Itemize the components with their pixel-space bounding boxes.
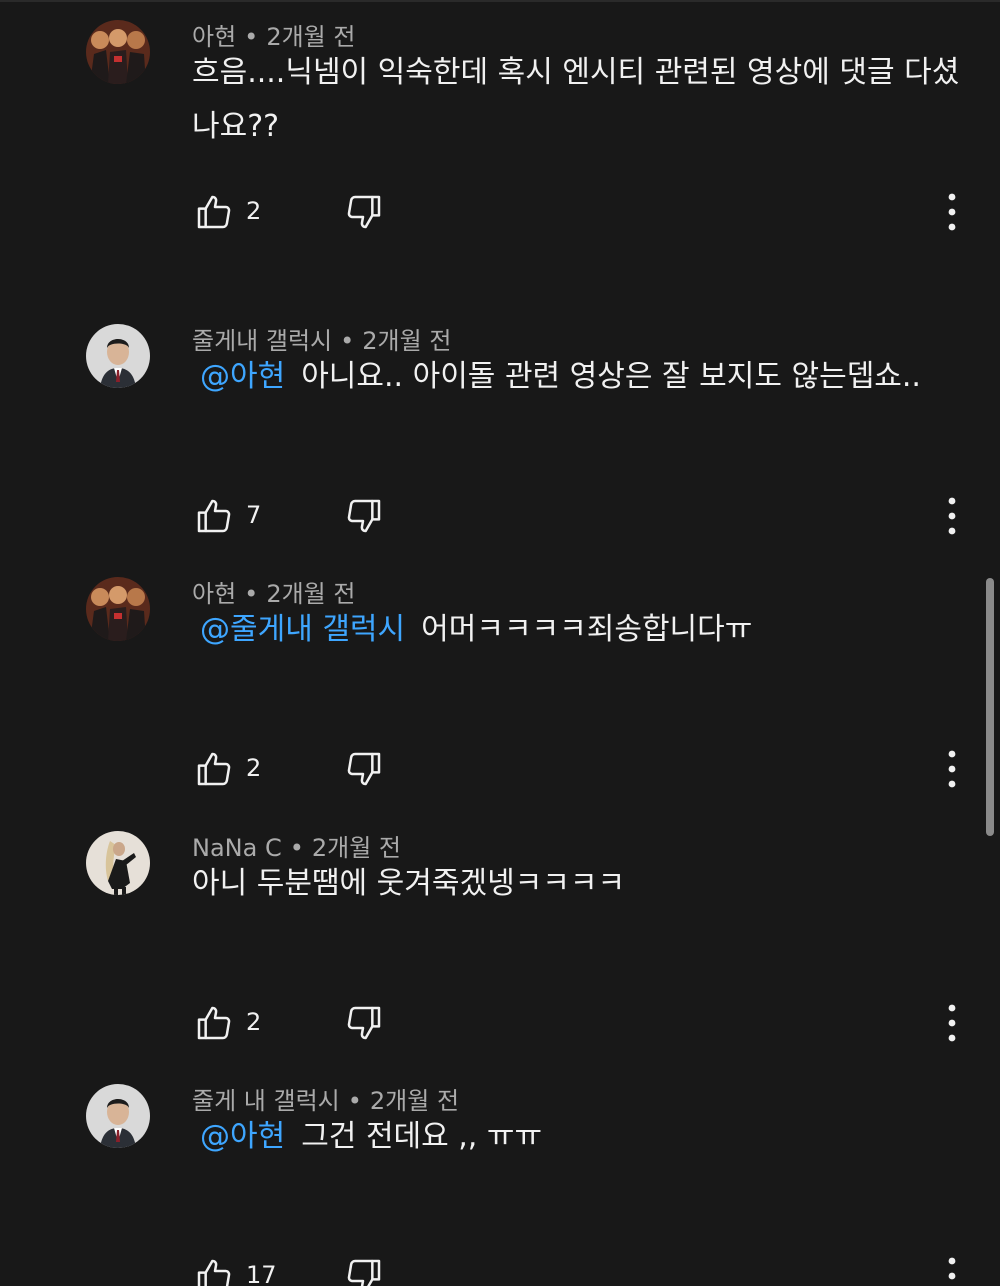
- like-count: 2: [246, 754, 262, 782]
- comment: 아현 • 2개월 전 흐음....닉넴이 익숙한데 혹시 엔시티 관련된 영상에 댓…: [0, 20, 1000, 274]
- thumbs-up-icon: [197, 1259, 231, 1286]
- thumbs-up-icon: [197, 1006, 231, 1040]
- comment-text: 아니 두분땜에 웃겨죽겠넹ㅋㅋㅋㅋ: [192, 857, 972, 911]
- comment-text: @아현 아니요.. 아이돌 관련 영상은 잘 보지도 않는뎁쇼..: [192, 350, 972, 404]
- like-button[interactable]: [194, 1256, 234, 1286]
- thumbs-up-icon: [197, 195, 231, 229]
- comment-text: @아현 그건 전데요 ,, ㅠㅠ: [192, 1110, 972, 1164]
- comment-text: 흐음....닉넴이 익숙한데 혹시 엔시티 관련된 영상에 댓글 다셨나요??: [192, 46, 972, 154]
- avatar[interactable]: [86, 324, 150, 388]
- comment-body: 그건 전데요 ,, ㅠㅠ: [301, 1119, 543, 1154]
- like-count: 2: [246, 197, 262, 225]
- thumbs-down-icon: [347, 1006, 381, 1040]
- like-button[interactable]: [194, 1003, 234, 1043]
- avatar[interactable]: [86, 577, 150, 641]
- like-count: 17: [246, 1261, 277, 1286]
- thumbs-up-icon: [197, 752, 231, 786]
- comment-actions: 7: [0, 486, 1000, 546]
- more-vertical-icon: [948, 497, 956, 535]
- more-actions-button[interactable]: [940, 494, 964, 538]
- scrollbar-thumb[interactable]: [986, 578, 994, 836]
- dislike-button[interactable]: [344, 496, 384, 536]
- dislike-button[interactable]: [344, 749, 384, 789]
- comment-actions: 17: [0, 1246, 1000, 1286]
- comment: NaNa C • 2개월 전 아니 두분땜에 웃겨죽겠넹ㅋㅋㅋㅋ 2: [0, 831, 1000, 1085]
- more-vertical-icon: [948, 750, 956, 788]
- comment-actions: 2: [0, 182, 1000, 242]
- thumbs-up-icon: [197, 499, 231, 533]
- like-count: 7: [246, 501, 262, 529]
- comment-body: 아니요.. 아이돌 관련 영상은 잘 보지도 않는뎁쇼..: [301, 359, 921, 394]
- comment: 줄게내 갤럭시 • 2개월 전 @아현 아니요.. 아이돌 관련 영상은 잘 보지도 …: [0, 324, 1000, 578]
- dislike-button[interactable]: [344, 1003, 384, 1043]
- thumbs-down-icon: [347, 195, 381, 229]
- like-button[interactable]: [194, 749, 234, 789]
- comment: 아현 • 2개월 전 @줄게내 갤럭시 어머ㅋㅋㅋㅋ죄송합니다ㅠ 2: [0, 577, 1000, 831]
- dislike-button[interactable]: [344, 192, 384, 232]
- avatar[interactable]: [86, 20, 150, 84]
- like-button[interactable]: [194, 192, 234, 232]
- mention-link[interactable]: @아현: [200, 359, 285, 394]
- thumbs-down-icon: [347, 1259, 381, 1286]
- comment-body: 아니 두분땜에 웃겨죽겠넹ㅋㅋㅋㅋ: [192, 866, 626, 901]
- more-vertical-icon: [948, 1257, 956, 1280]
- like-count: 2: [246, 1008, 262, 1036]
- comment-thread: 아현 • 2개월 전 흐음....닉넴이 익숙한데 혹시 엔시티 관련된 영상에 댓…: [0, 0, 1000, 1286]
- more-vertical-icon: [948, 1004, 956, 1042]
- more-vertical-icon: [948, 193, 956, 231]
- thumbs-down-icon: [347, 752, 381, 786]
- mention-link[interactable]: @아현: [200, 1119, 285, 1154]
- more-actions-button[interactable]: [940, 1001, 964, 1045]
- mention-link[interactable]: @줄게내 갤럭시: [200, 612, 405, 647]
- dislike-button[interactable]: [344, 1256, 384, 1286]
- avatar[interactable]: [86, 831, 150, 895]
- avatar[interactable]: [86, 1084, 150, 1148]
- more-actions-button[interactable]: [940, 1254, 964, 1286]
- comment-text: @줄게내 갤럭시 어머ㅋㅋㅋㅋ죄송합니다ㅠ: [192, 603, 972, 657]
- comment-body: 흐음....닉넴이 익숙한데 혹시 엔시티 관련된 영상에 댓글 다셨나요??: [192, 55, 960, 144]
- more-actions-button[interactable]: [940, 747, 964, 791]
- comment-actions: 2: [0, 993, 1000, 1053]
- more-actions-button[interactable]: [940, 190, 964, 234]
- comment-actions: 2: [0, 739, 1000, 799]
- comment-body: 어머ㅋㅋㅋㅋ죄송합니다ㅠ: [421, 612, 753, 647]
- thumbs-down-icon: [347, 499, 381, 533]
- comment: 줄게 내 갤럭시 • 2개월 전 @아현 그건 전데요 ,, ㅠㅠ 17: [0, 1084, 1000, 1286]
- like-button[interactable]: [194, 496, 234, 536]
